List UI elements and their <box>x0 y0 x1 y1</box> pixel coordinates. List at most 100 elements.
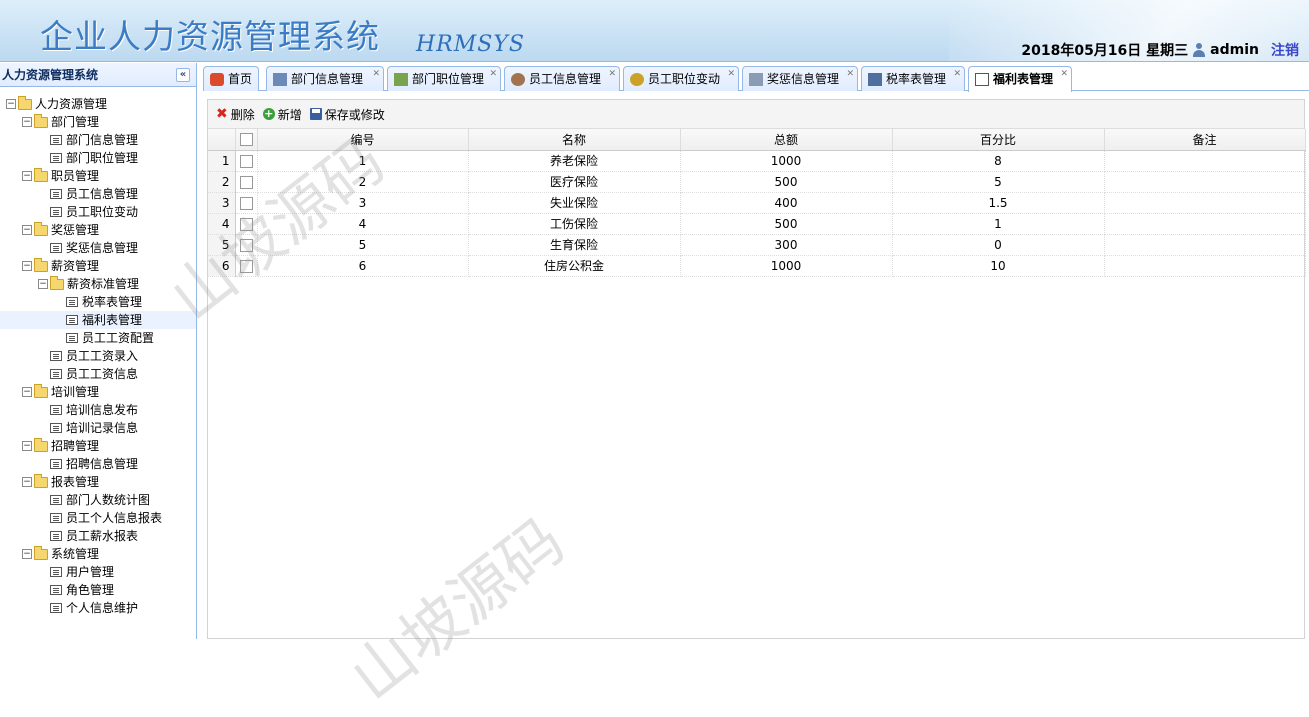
page-icon <box>50 513 62 523</box>
table-row[interactable]: 6 6 住房公积金 1000 10 <box>208 255 1306 277</box>
tab[interactable]: 部门职位管理 ✕ <box>387 66 501 91</box>
nav-item[interactable]: − 薪资管理 <box>0 257 196 275</box>
row-checkbox[interactable] <box>239 217 253 231</box>
nav-item[interactable]: 员工信息管理 <box>0 185 196 203</box>
nav-item[interactable]: − 奖惩管理 <box>0 221 196 239</box>
row-select-cell <box>235 171 258 193</box>
nav-item[interactable]: 员工工资配置 <box>0 329 196 347</box>
table-row[interactable]: 1 1 养老保险 1000 8 <box>208 150 1306 172</box>
save-button[interactable]: 保存或修改 <box>309 106 385 123</box>
sidebar: 人力资源管理系统 « − 人力资源管理 − 部门管理 部门信息管理 部门职位管理 − 职员管理… <box>0 63 197 639</box>
row-checkbox[interactable] <box>239 175 253 189</box>
tab-label: 福利表管理 <box>993 72 1054 86</box>
collapse-toggle-icon[interactable]: − <box>22 117 32 127</box>
collapse-toggle-icon[interactable]: − <box>22 549 32 559</box>
tab[interactable]: 首页 <box>203 66 259 91</box>
close-tab-icon[interactable]: ✕ <box>489 63 497 86</box>
tab[interactable]: 部门信息管理 ✕ <box>266 66 384 91</box>
nav-item[interactable]: − 报表管理 <box>0 473 196 491</box>
nav-item[interactable]: 员工个人信息报表 <box>0 509 196 527</box>
logout-link[interactable]: 注销 <box>1271 40 1299 60</box>
delete-button[interactable]: ✖ 删除 <box>216 106 255 123</box>
collapse-toggle-icon[interactable]: − <box>22 171 32 181</box>
nav-item[interactable]: − 人力资源管理 <box>0 95 196 113</box>
tab[interactable]: 税率表管理 ✕ <box>861 66 965 91</box>
row-checkbox[interactable] <box>239 259 253 273</box>
close-tab-icon[interactable]: ✕ <box>608 63 616 86</box>
tab[interactable]: 奖惩信息管理 ✕ <box>742 66 858 91</box>
tab[interactable]: 员工职位变动 ✕ <box>623 66 739 91</box>
row-checkbox[interactable] <box>239 238 253 252</box>
row-checkbox[interactable] <box>239 154 253 168</box>
nav-item[interactable]: 奖惩信息管理 <box>0 239 196 257</box>
close-tab-icon[interactable]: ✕ <box>1060 63 1068 86</box>
nav-item[interactable]: 员工工资录入 <box>0 347 196 365</box>
page-icon <box>50 153 62 163</box>
table-body: 1 1 养老保险 1000 8 2 2 医疗保险 500 5 3 3 失业保险 400 1.5 4 4 工伤保险 5… <box>208 150 1306 277</box>
collapse-sidebar-button[interactable]: « <box>176 68 190 82</box>
row-select-cell <box>235 234 258 256</box>
grid-toolbar: ✖ 删除 + 新增 保存或修改 <box>208 100 1304 129</box>
collapse-toggle-icon[interactable]: − <box>38 279 48 289</box>
nav-item[interactable]: 部门人数统计图 <box>0 491 196 509</box>
nav-item[interactable]: 税率表管理 <box>0 293 196 311</box>
nav-item[interactable]: 培训记录信息 <box>0 419 196 437</box>
close-tab-icon[interactable]: ✕ <box>953 63 961 86</box>
collapse-toggle-icon[interactable]: − <box>22 225 32 235</box>
nav-item[interactable]: − 系统管理 <box>0 545 196 563</box>
nav-item[interactable]: − 培训管理 <box>0 383 196 401</box>
column-header-remark[interactable]: 备注 <box>1104 129 1306 151</box>
nav-item-label: 员工个人信息报表 <box>66 511 163 525</box>
close-tab-icon[interactable]: ✕ <box>372 63 380 86</box>
nav-item[interactable]: 福利表管理 <box>0 311 196 329</box>
column-header-name[interactable]: 名称 <box>468 129 681 151</box>
select-all-checkbox[interactable] <box>239 133 253 147</box>
nav-item[interactable]: 个人信息维护 <box>0 599 196 617</box>
total-cell: 1000 <box>680 255 893 277</box>
nav-item[interactable]: 员工薪水报表 <box>0 527 196 545</box>
nav-item[interactable]: − 薪资标准管理 <box>0 275 196 293</box>
collapse-toggle-icon[interactable]: − <box>6 99 16 109</box>
table-row[interactable]: 3 3 失业保险 400 1.5 <box>208 192 1306 214</box>
tab-label: 首页 <box>228 71 253 86</box>
add-button[interactable]: + 新增 <box>262 106 302 123</box>
column-header-id[interactable]: 编号 <box>257 129 469 151</box>
id-cell: 2 <box>257 171 469 193</box>
page-icon <box>50 423 62 433</box>
nav-item[interactable]: − 招聘管理 <box>0 437 196 455</box>
nav-item[interactable]: 部门职位管理 <box>0 149 196 167</box>
id-cell: 5 <box>257 234 469 256</box>
nav-item-label: 奖惩信息管理 <box>66 241 139 255</box>
nav-item-label: 系统管理 <box>51 547 100 561</box>
nav-item[interactable]: 部门信息管理 <box>0 131 196 149</box>
delete-label: 删除 <box>230 107 255 122</box>
nav-item[interactable]: 培训信息发布 <box>0 401 196 419</box>
table-row[interactable]: 4 4 工伤保险 500 1 <box>208 213 1306 235</box>
collapse-toggle-icon[interactable]: − <box>22 261 32 271</box>
nav-item[interactable]: 员工职位变动 <box>0 203 196 221</box>
department-icon <box>273 72 287 86</box>
remark-cell <box>1104 192 1306 214</box>
collapse-toggle-icon[interactable]: − <box>22 387 32 397</box>
close-tab-icon[interactable]: ✕ <box>846 63 854 86</box>
nav-item[interactable]: − 职员管理 <box>0 167 196 185</box>
nav-item-label: 招聘管理 <box>51 439 100 453</box>
folder-icon <box>34 383 48 398</box>
nav-item[interactable]: 角色管理 <box>0 581 196 599</box>
tab-label: 员工职位变动 <box>648 71 721 86</box>
nav-item[interactable]: 用户管理 <box>0 563 196 581</box>
collapse-toggle-icon[interactable]: − <box>22 477 32 487</box>
table-row[interactable]: 2 2 医疗保险 500 5 <box>208 171 1306 193</box>
column-header-total[interactable]: 总额 <box>680 129 893 151</box>
tab[interactable]: 福利表管理 ✕ <box>968 66 1072 92</box>
nav-item[interactable]: 招聘信息管理 <box>0 455 196 473</box>
table-row[interactable]: 5 5 生育保险 300 0 <box>208 234 1306 256</box>
row-checkbox[interactable] <box>239 196 253 210</box>
collapse-toggle-icon[interactable]: − <box>22 441 32 451</box>
close-tab-icon[interactable]: ✕ <box>727 63 735 86</box>
tab[interactable]: 员工信息管理 ✕ <box>504 66 620 91</box>
nav-item[interactable]: 员工工资信息 <box>0 365 196 383</box>
column-header-percent[interactable]: 百分比 <box>892 129 1105 151</box>
nav-item[interactable]: − 部门管理 <box>0 113 196 131</box>
nav-item-label: 员工工资配置 <box>82 331 155 345</box>
